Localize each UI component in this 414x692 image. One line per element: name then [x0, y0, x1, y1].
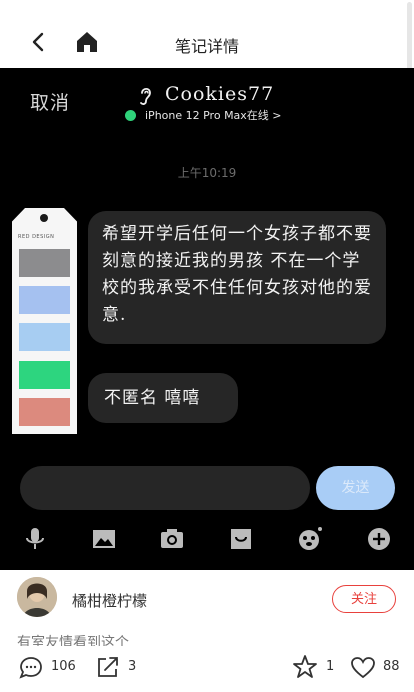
online-status: iPhone 12 Pro Max在线 >: [145, 109, 282, 122]
star-icon[interactable]: [292, 654, 318, 680]
note-text: 有室友情看到这个: [17, 635, 129, 646]
page-title: 笔记详情: [174, 37, 239, 56]
color-swatch: [19, 323, 70, 351]
tag-brand: RED DESIGN: [18, 234, 55, 240]
online-indicator: [125, 110, 136, 121]
cancel-label: 取消: [30, 92, 71, 114]
store-icon[interactable]: [228, 526, 254, 552]
share-count: 3: [128, 659, 137, 674]
ear-icon: [138, 85, 154, 107]
microphone-icon[interactable]: [22, 526, 48, 552]
chat-bubble: 希望开学后任何一个女孩子都不要刻意的接近我的男孩 不在一个学校的我承受不住任何女…: [88, 211, 386, 344]
camera-icon[interactable]: [159, 526, 185, 552]
color-swatch: [19, 361, 70, 389]
contact-name: Cookies77: [165, 83, 275, 105]
message-input[interactable]: [20, 466, 310, 510]
send-button[interactable]: 发送: [316, 466, 395, 510]
comment-icon[interactable]: [18, 655, 44, 681]
heart-icon[interactable]: [350, 655, 376, 681]
plus-icon[interactable]: [366, 526, 392, 552]
chat-bubble: 不匿名 嘻嘻: [88, 373, 238, 423]
follow-button[interactable]: 关注: [332, 585, 396, 613]
avatar[interactable]: [17, 577, 57, 617]
tag-hole: [40, 214, 48, 222]
animoji-icon[interactable]: [297, 526, 323, 552]
like-count: 88: [383, 659, 400, 674]
note-image[interactable]: 取消 Cookies77 iPhone 12 Pro Max在线 > 上午10:…: [0, 68, 414, 570]
image-icon[interactable]: [91, 526, 117, 552]
chat-timestamp: 上午10:19: [177, 166, 237, 180]
color-swatch: [19, 286, 70, 314]
collect-count: 1: [326, 659, 335, 674]
comment-count: 106: [51, 659, 76, 674]
color-swatch: [19, 249, 70, 277]
color-swatch: [19, 398, 70, 426]
author-name[interactable]: 橘柑橙柠檬: [72, 590, 147, 611]
share-icon[interactable]: [95, 654, 121, 680]
